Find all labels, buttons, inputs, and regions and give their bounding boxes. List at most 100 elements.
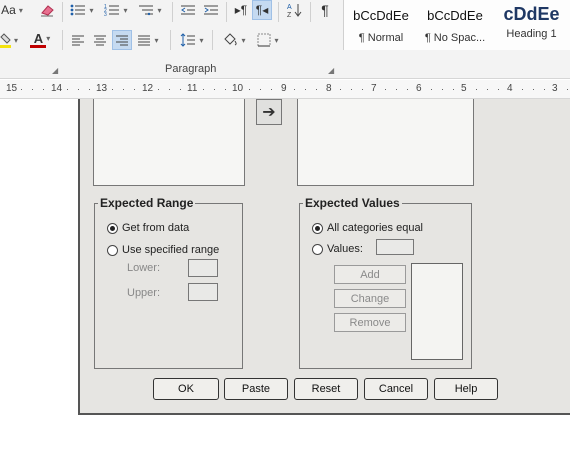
- numbering-icon: 123: [104, 4, 120, 17]
- sort-button[interactable]: AZ: [284, 0, 304, 20]
- lower-input[interactable]: [188, 259, 218, 277]
- values-list[interactable]: [411, 263, 463, 360]
- ribbon: Aa ▾ ▾ 1 2 3 ▾ ▾ ▸¶ ¶◂ AZ ¶ ▾ A ▾ ▾ ▾ ▾ …: [0, 0, 570, 79]
- ruler-tick: [32, 89, 33, 90]
- ruler-tick: [214, 89, 215, 90]
- font-dialog-launcher-icon[interactable]: ◢: [52, 66, 58, 75]
- values-input[interactable]: [376, 239, 414, 255]
- bullets-button[interactable]: ▾: [68, 0, 96, 20]
- all-categories-equal-radio[interactable]: All categories equal: [312, 222, 423, 234]
- align-center-button[interactable]: [90, 30, 110, 50]
- highlight-color-button[interactable]: ▾: [0, 30, 18, 50]
- move-right-button[interactable]: ➔: [256, 99, 282, 125]
- style-name: Heading 1: [506, 28, 557, 40]
- decrease-indent-button[interactable]: [178, 0, 198, 20]
- ruler-tick: [225, 89, 226, 90]
- ruler-tick: [168, 89, 170, 90]
- ltr-button[interactable]: ▸¶: [231, 0, 251, 20]
- ruler-number: 12: [142, 83, 154, 94]
- font-color-button[interactable]: A ▾: [28, 30, 56, 50]
- ruler-tick: [134, 89, 135, 90]
- eraser-icon: [41, 5, 54, 17]
- font-color-label: A: [33, 31, 44, 46]
- ruler-tick: [430, 89, 432, 90]
- show-marks-button[interactable]: ¶: [316, 0, 334, 20]
- add-button[interactable]: Add: [334, 265, 406, 284]
- use-specified-range-radio[interactable]: Use specified range: [107, 244, 219, 256]
- ruler-tick: [112, 89, 113, 90]
- paste-button[interactable]: Paste: [224, 378, 288, 400]
- reset-button[interactable]: Reset: [294, 378, 358, 400]
- divider: [212, 30, 213, 50]
- chevron-down-icon: ▾: [199, 35, 204, 45]
- remove-button-label: Remove: [349, 316, 391, 329]
- values-radio[interactable]: Values:: [312, 243, 363, 255]
- paragraph-dialog-launcher-icon[interactable]: ◢: [328, 66, 334, 75]
- test-variable-list[interactable]: [297, 99, 474, 186]
- clear-formatting-button[interactable]: [36, 0, 58, 20]
- ruler-tick: [487, 89, 488, 90]
- ruler-tick: [498, 89, 499, 90]
- ruler-tick: [441, 89, 443, 90]
- align-right-button[interactable]: [112, 30, 132, 50]
- align-left-button[interactable]: [68, 30, 88, 50]
- ruler-number: 4: [507, 83, 513, 94]
- radio-selected-icon: [312, 222, 323, 234]
- variable-list[interactable]: [93, 99, 245, 186]
- change-case-label: Aa: [1, 3, 16, 17]
- increase-indent-icon: [204, 5, 218, 15]
- ok-button[interactable]: OK: [153, 378, 219, 400]
- style-heading-1[interactable]: cDdEe Heading 1: [492, 0, 570, 50]
- expected-values-title: Expected Values: [303, 196, 402, 210]
- justify-button[interactable]: ▾: [134, 30, 162, 50]
- divider: [226, 2, 227, 22]
- increase-indent-button[interactable]: [201, 0, 221, 20]
- style-preview: bCcDdEe: [353, 8, 409, 23]
- ruler-tick: [543, 89, 545, 90]
- chevron-down-icon: ▾: [154, 35, 159, 45]
- ruler-tick: [43, 89, 44, 90]
- get-from-data-radio[interactable]: Get from data: [107, 222, 189, 234]
- values-label: Values:: [327, 243, 363, 255]
- chevron-down-icon: ▾: [157, 5, 162, 15]
- radio-icon: [312, 243, 323, 255]
- ruler-number: 10: [232, 83, 244, 94]
- bullets-icon: [71, 4, 86, 16]
- help-button[interactable]: Help: [434, 378, 498, 400]
- borders-button[interactable]: ▾: [253, 30, 283, 50]
- styles-gallery: bCcDdEe ¶ Normal bCcDdEe ¶ No Spac... cD…: [343, 0, 570, 50]
- ruler-tick: [77, 89, 79, 90]
- all-categories-equal-label: All categories equal: [327, 222, 424, 234]
- ruler-tick: [179, 89, 181, 90]
- style-no-spacing[interactable]: bCcDdEe ¶ No Spac...: [418, 0, 492, 50]
- cancel-button[interactable]: Cancel: [364, 378, 428, 400]
- justify-icon: [138, 35, 151, 46]
- rtl-button[interactable]: ¶◂: [252, 0, 272, 20]
- ruler-tick: [339, 89, 341, 90]
- upper-input[interactable]: [188, 283, 218, 301]
- change-case-button[interactable]: Aa ▾: [0, 0, 24, 20]
- style-normal[interactable]: bCcDdEe ¶ Normal: [344, 0, 418, 50]
- line-spacing-button[interactable]: ▾: [176, 30, 208, 50]
- chevron-down-icon: ▾: [241, 35, 246, 45]
- ltr-icon: ▸¶: [234, 3, 248, 17]
- ruler-tick: [294, 89, 295, 90]
- style-name: ¶ Normal: [358, 32, 404, 44]
- divider: [170, 30, 171, 50]
- chevron-down-icon: ▾: [123, 5, 128, 15]
- shading-button[interactable]: ▾: [218, 30, 250, 50]
- paste-button-label: Paste: [241, 383, 271, 395]
- ok-button-label: OK: [178, 383, 194, 395]
- ruler-tick: [66, 89, 68, 90]
- multilevel-list-button[interactable]: ▾: [136, 0, 164, 20]
- horizontal-ruler[interactable]: 15 14 13 12 11 10 9 8 7 6 5 4 3: [0, 80, 570, 99]
- remove-button[interactable]: Remove: [334, 313, 406, 332]
- rtl-icon: ¶◂: [255, 3, 269, 17]
- add-button-label: Add: [360, 268, 380, 281]
- chevron-down-icon: ▾: [18, 5, 23, 15]
- change-button[interactable]: Change: [334, 289, 406, 308]
- ruler-number: 11: [187, 83, 198, 94]
- numbering-button[interactable]: 1 2 3 ▾: [102, 0, 130, 20]
- ruler-tick: [21, 89, 22, 90]
- style-preview: cDdEe: [503, 4, 560, 24]
